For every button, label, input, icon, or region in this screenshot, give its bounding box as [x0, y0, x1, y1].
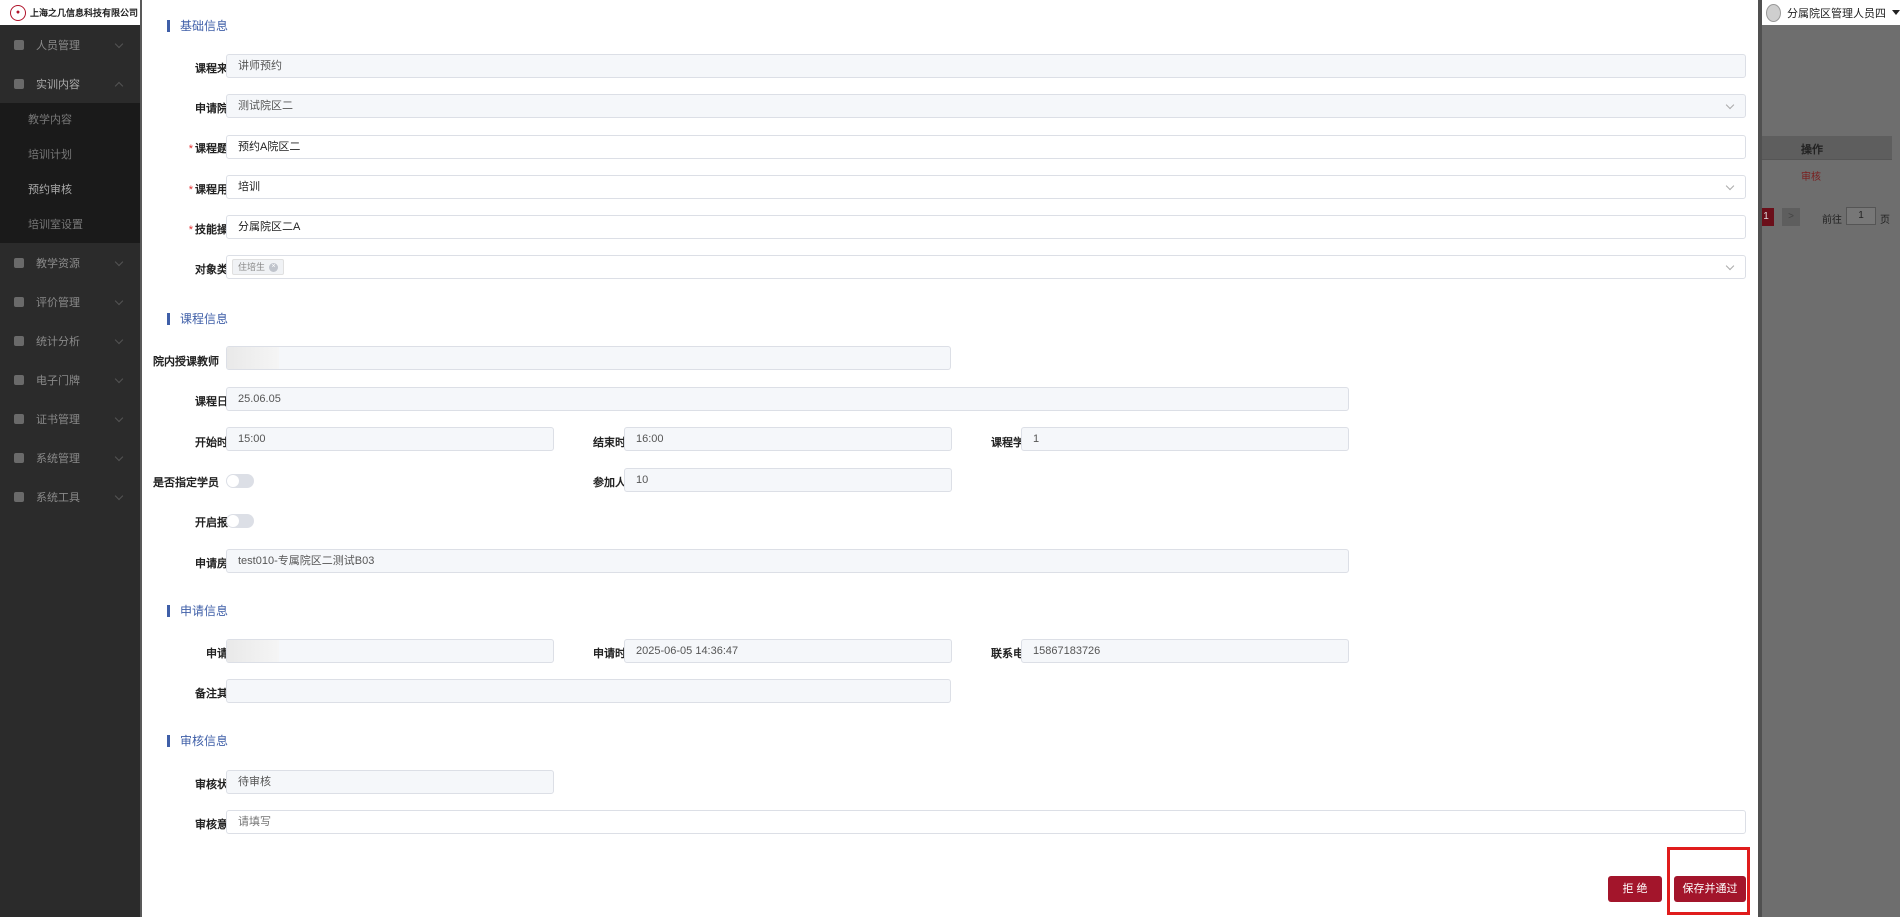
- sidebar: ● 上海之几信息科技有限公司 人员管理 实训内容 教学内容 培训计划 预约审核 …: [0, 0, 140, 917]
- chevron-down-icon: [114, 39, 124, 49]
- user-menu[interactable]: 分属院区管理人员四: [1758, 0, 1900, 25]
- sidebar-item-tools[interactable]: 系统工具: [0, 477, 140, 516]
- pagination-unit: 页: [1880, 215, 1890, 226]
- sidebar-item-certificates[interactable]: 证书管理: [0, 399, 140, 438]
- chevron-up-icon: [114, 81, 124, 91]
- chevron-down-icon: [114, 296, 124, 306]
- sidebar-subitem-booking-review[interactable]: 预约审核: [0, 173, 140, 208]
- certificate-icon: [14, 413, 24, 424]
- section-apply-info: 申请信息: [167, 605, 228, 617]
- section-basic-info: 基础信息: [167, 20, 228, 32]
- chevron-down-icon: [114, 335, 124, 345]
- chevron-down-icon: [114, 413, 124, 423]
- course-topic-input[interactable]: 预约A院区二: [226, 135, 1746, 159]
- tools-icon: [14, 491, 24, 502]
- modal-edge: [1758, 0, 1762, 917]
- close-icon[interactable]: ×: [269, 262, 279, 272]
- chevron-down-icon: [1725, 100, 1735, 110]
- user-name: 分属院区管理人员四: [1787, 7, 1886, 20]
- course-hours-field: 1: [1021, 427, 1349, 451]
- redacted-applicant: [227, 640, 279, 662]
- resource-icon: [14, 257, 24, 268]
- approve-button-highlight: [1667, 847, 1750, 915]
- bar-chart-icon: [14, 335, 24, 346]
- sidebar-item-teaching-resources[interactable]: 教学资源: [0, 243, 140, 282]
- section-course-info: 课程信息: [167, 313, 228, 325]
- user-icon: [14, 39, 24, 50]
- sidebar-subitem-training-plan[interactable]: 培训计划: [0, 138, 140, 173]
- chevron-down-icon: [1725, 181, 1735, 191]
- review-status-field: 待审核: [226, 770, 554, 794]
- sidebar-item-statistics[interactable]: 统计分析: [0, 321, 140, 360]
- reject-button[interactable]: 拒 绝: [1608, 876, 1662, 902]
- sidebar-item-evaluation[interactable]: 评价管理: [0, 282, 140, 321]
- room-field: test010-专属院区二测试B03: [226, 549, 1349, 573]
- review-opinion-input[interactable]: [226, 810, 1746, 834]
- chevron-down-icon: [1725, 261, 1735, 271]
- sidebar-item-system[interactable]: 系统管理: [0, 438, 140, 477]
- background-op-header: 操作: [1801, 144, 1823, 156]
- book-icon: [14, 78, 24, 89]
- review-dialog: 基础信息 课程来源 讲师预约 申请院区 测试院区二 * 课程题目 预约A院区二 *…: [142, 0, 1758, 917]
- enable-signup-toggle[interactable]: [226, 514, 254, 528]
- phone-field: 15867183726: [1021, 639, 1349, 663]
- monitor-icon: [14, 374, 24, 385]
- target-tag: 住培生 ×: [232, 259, 285, 275]
- sidebar-submenu: 教学内容 培训计划 预约审核 培训室设置: [0, 103, 140, 243]
- sidebar-subitem-teaching-content[interactable]: 教学内容: [0, 103, 140, 138]
- background-review-link: 审核: [1801, 172, 1821, 183]
- end-time-field: 16:00: [624, 427, 952, 451]
- course-source-field: 讲师预约: [226, 54, 1746, 78]
- company-logo: ● 上海之几信息科技有限公司: [0, 0, 140, 25]
- chevron-down-icon: [114, 374, 124, 384]
- apply-time-field: 2025-06-05 14:36:47: [624, 639, 952, 663]
- remark-field: [226, 679, 951, 703]
- pagination-goto-label: 前往: [1822, 215, 1842, 226]
- campus-select[interactable]: 测试院区二: [226, 94, 1746, 118]
- section-review-info: 审核信息: [167, 735, 228, 747]
- chevron-down-icon: [114, 491, 124, 501]
- sidebar-subitem-room-settings[interactable]: 培训室设置: [0, 208, 140, 243]
- teacher-field: [226, 346, 951, 370]
- sidebar-item-personnel[interactable]: 人员管理: [0, 25, 140, 64]
- redacted-teacher: [227, 347, 279, 369]
- target-type-select[interactable]: 住培生 ×: [226, 255, 1746, 279]
- label-teacher: 院内授课教师: [153, 356, 219, 368]
- caret-down-icon: [1892, 10, 1900, 15]
- logo-icon: ●: [10, 4, 26, 21]
- company-name: 上海之几信息科技有限公司: [30, 8, 139, 18]
- course-usage-select[interactable]: 培训: [226, 175, 1746, 199]
- course-date-field: 25.06.05: [226, 387, 1349, 411]
- evaluation-icon: [14, 296, 24, 307]
- start-time-field: 15:00: [226, 427, 554, 451]
- sidebar-item-training-content[interactable]: 实训内容: [0, 64, 140, 103]
- label-assign-students: 是否指定学员: [153, 477, 219, 489]
- sidebar-item-door-sign[interactable]: 电子门牌: [0, 360, 140, 399]
- pagination-goto-input: 1: [1846, 207, 1876, 225]
- applicant-field: [226, 639, 554, 663]
- pagination-next-icon: >: [1782, 208, 1800, 226]
- gear-icon: [14, 452, 24, 463]
- chevron-down-icon: [114, 257, 124, 267]
- assign-students-toggle[interactable]: [226, 474, 254, 488]
- avatar: [1766, 3, 1781, 22]
- chevron-down-icon: [114, 452, 124, 462]
- participant-count-field: 10: [624, 468, 952, 492]
- background-table-header: [1758, 136, 1892, 160]
- skill-operation-input[interactable]: 分属院区二A: [226, 215, 1746, 239]
